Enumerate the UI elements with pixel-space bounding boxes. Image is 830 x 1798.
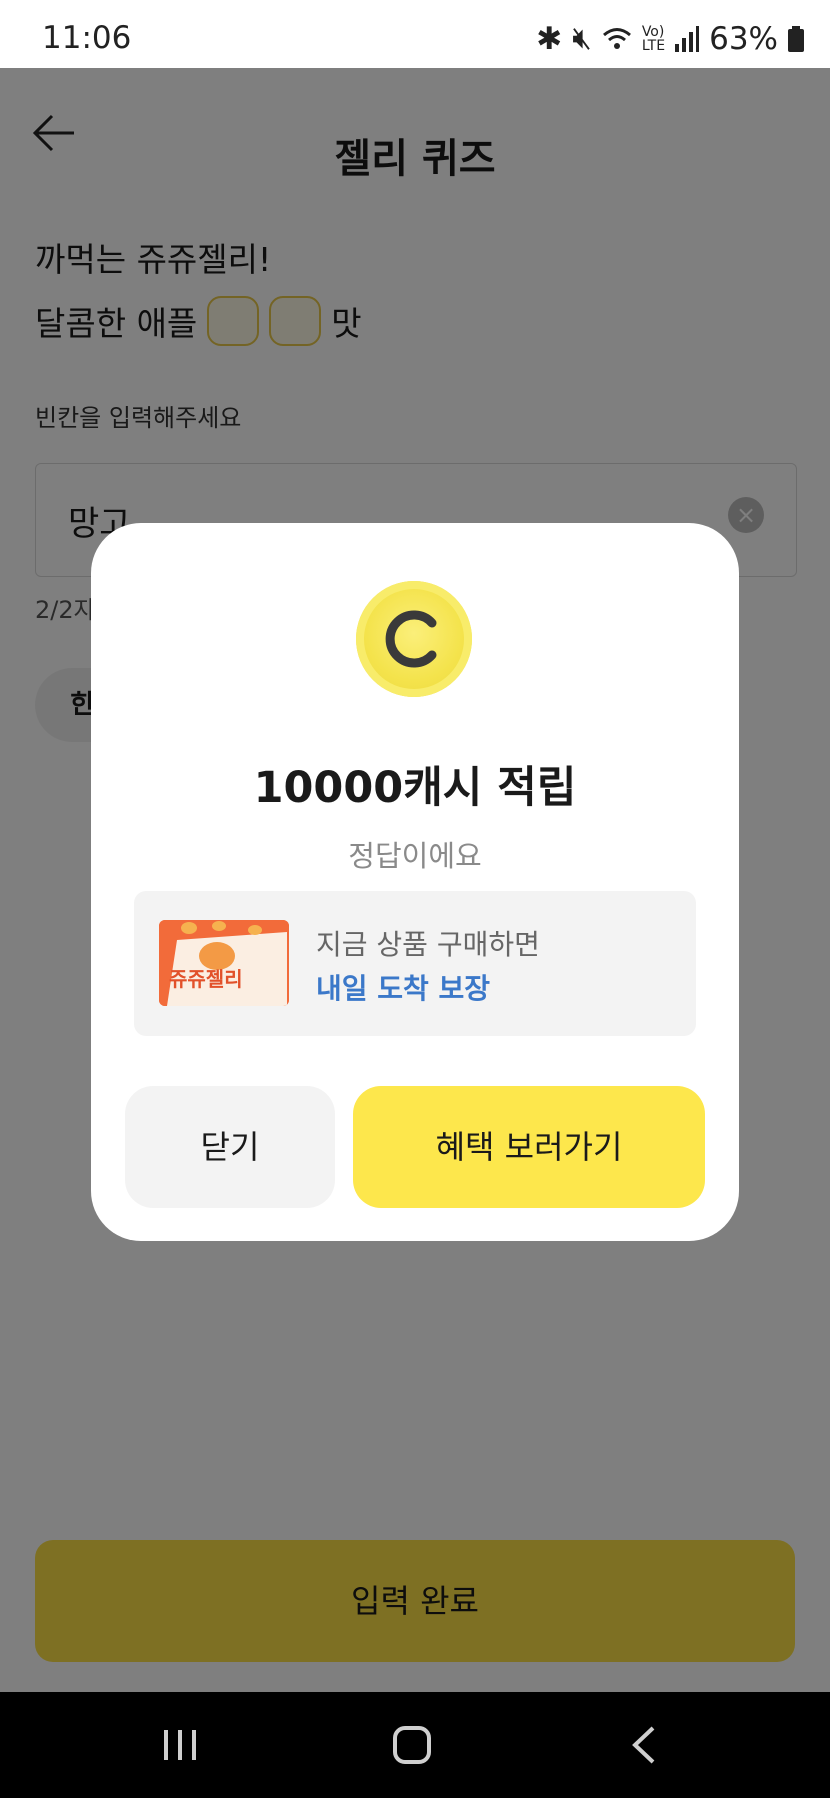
home-icon[interactable] (382, 1722, 442, 1768)
jelly-pack-image: 쥬쥬젤리 (159, 920, 289, 1006)
recent-apps-icon[interactable] (150, 1722, 210, 1768)
system-nav-bar (0, 1692, 830, 1798)
mute-icon: 🔇︎ (572, 20, 592, 56)
wifi-icon (602, 27, 631, 49)
promo-banner[interactable]: 쥬쥬젤리 지금 상품 구매하면 내일 도착 보장 (134, 891, 696, 1036)
status-icons: ✱ 🔇︎ Vo) LTE 63% (536, 20, 804, 57)
coin-letter-icon (385, 610, 437, 668)
promo-line-1: 지금 상품 구매하면 (316, 928, 540, 961)
modal-title: 10000캐시 적립 (253, 763, 577, 813)
back-nav-icon[interactable] (615, 1722, 675, 1768)
product-image: 쥬쥬젤리 (159, 920, 289, 1006)
view-benefit-button[interactable]: 혜택 보러가기 (353, 1086, 705, 1208)
battery-icon (788, 25, 804, 52)
status-time: 11:06 (42, 20, 132, 56)
battery-text: 63% (709, 20, 778, 57)
promo-line-2: 내일 도착 보장 (316, 972, 491, 1005)
svg-text:쥬쥬젤리: 쥬쥬젤리 (169, 967, 243, 991)
close-button[interactable]: 닫기 (125, 1086, 335, 1208)
modal-subtitle: 정답이에요 (348, 839, 482, 873)
status-bar: 11:06 ✱ 🔇︎ Vo) LTE 63% (0, 0, 830, 68)
coin-icon (356, 581, 472, 697)
bluetooth-icon: ✱ (536, 20, 563, 57)
signal-icon (675, 25, 700, 52)
volte-icon: Vo) LTE (641, 23, 666, 54)
reward-modal: 10000캐시 적립 정답이에요 쥬쥬젤리 지금 상품 구매하면 내일 도착 보… (91, 523, 739, 1241)
